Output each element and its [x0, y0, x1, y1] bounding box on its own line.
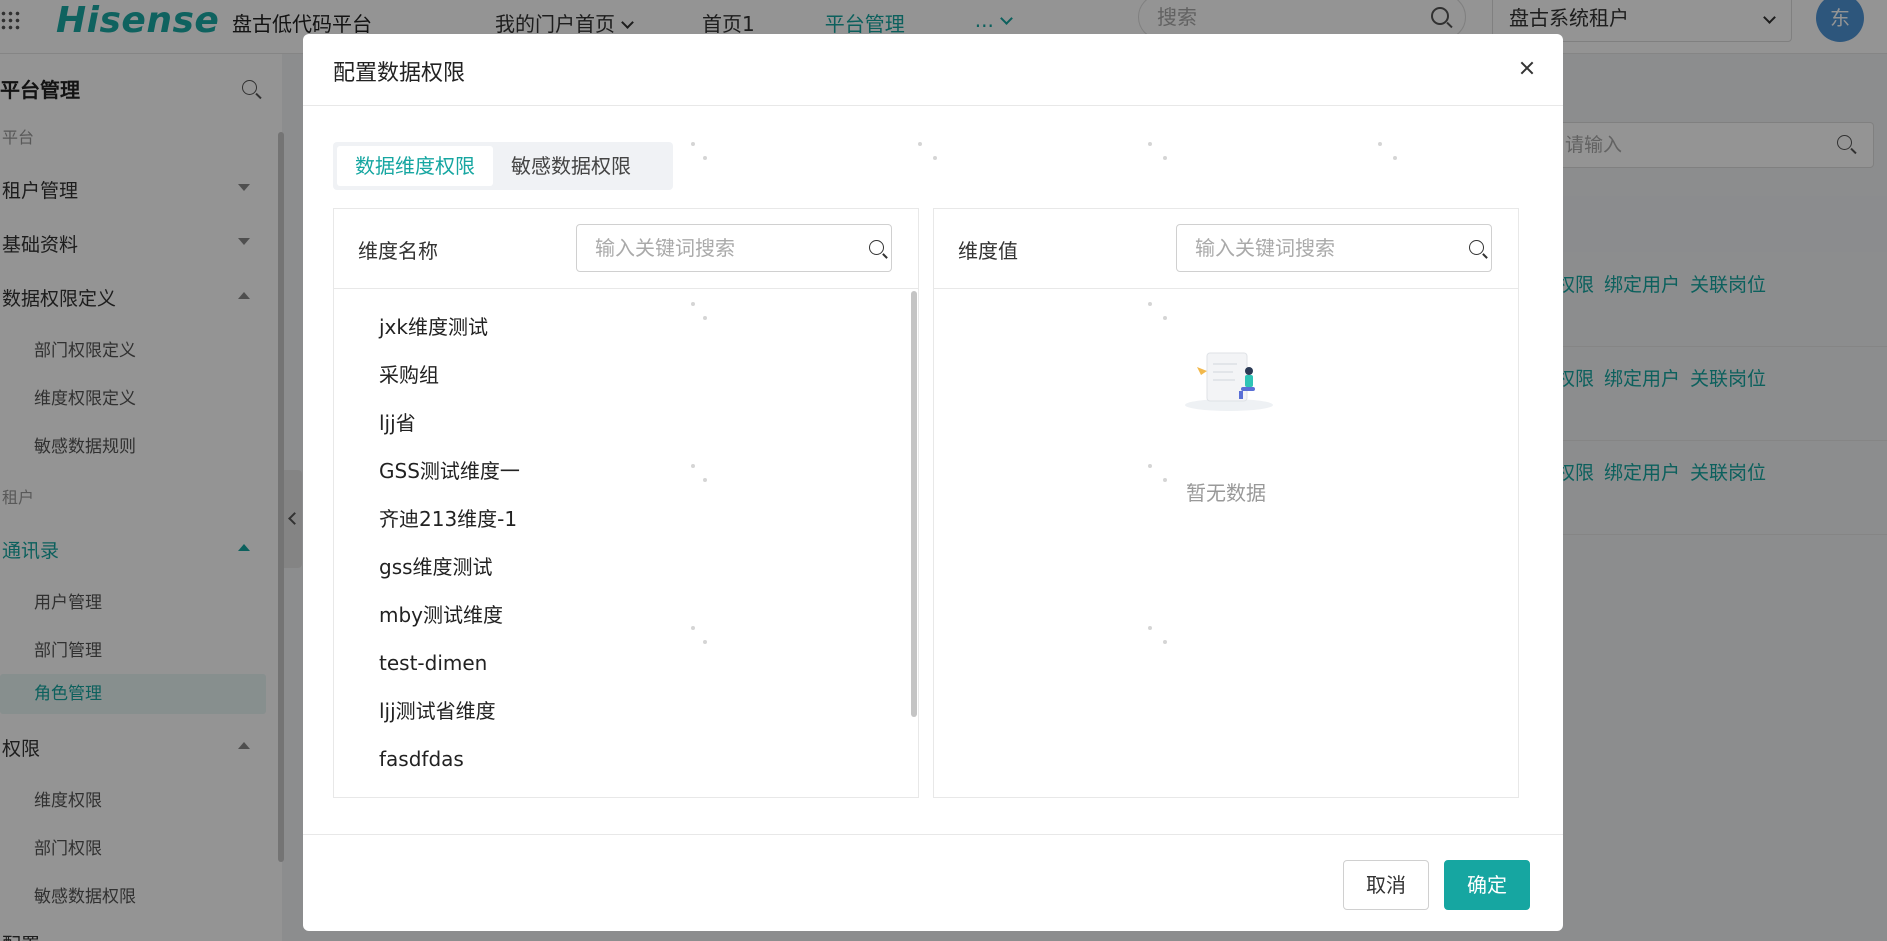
watermark-dot	[1163, 478, 1167, 482]
search-icon[interactable]	[869, 240, 884, 255]
watermark-dot	[1163, 156, 1167, 160]
watermark-dot	[1148, 302, 1152, 306]
empty-state-text: 暂无数据	[1186, 481, 1266, 505]
permission-tabs: 数据维度权限 敏感数据权限	[333, 142, 673, 190]
watermark-dot	[691, 626, 695, 630]
watermark-dot	[691, 464, 695, 468]
watermark-dot	[691, 142, 695, 146]
watermark-dot	[918, 142, 922, 146]
dimension-name-label: 维度名称	[358, 239, 438, 263]
watermark-dot	[1378, 142, 1382, 146]
list-item[interactable]: test-dimen	[334, 639, 918, 687]
watermark-dot	[1148, 464, 1152, 468]
panel-header: 维度名称	[334, 209, 918, 289]
dimension-value-label: 维度值	[958, 239, 1018, 263]
watermark-dot	[1163, 316, 1167, 320]
watermark-dot	[703, 478, 707, 482]
list-item[interactable]: ljj测试省维度	[334, 687, 918, 735]
watermark-dot	[1148, 142, 1152, 146]
empty-state-illustration-icon	[1185, 352, 1273, 411]
dimension-value-panel: 维度值 暂无数据	[933, 208, 1519, 798]
watermark-dot	[1148, 626, 1152, 630]
confirm-button[interactable]: 确定	[1444, 860, 1530, 910]
close-icon[interactable]	[1515, 56, 1539, 80]
watermark-dot	[691, 302, 695, 306]
dimension-name-panel: 维度名称 jxk维度测试 采购组 ljj省 GSS测试维度一 齐迪213维度-1…	[333, 208, 919, 798]
dimension-name-search-input[interactable]	[576, 224, 892, 272]
dialog-header-divider	[303, 105, 1563, 106]
watermark-dot	[1393, 156, 1397, 160]
config-data-permission-dialog: 配置数据权限 数据维度权限 敏感数据权限 维度名称 jxk维度测试 采购组 lj…	[303, 34, 1563, 931]
dialog-title: 配置数据权限	[333, 61, 466, 86]
list-item[interactable]: jxk维度测试	[334, 303, 918, 351]
list-item[interactable]: GSS测试维度一	[334, 447, 918, 495]
tab-sensitive-data-perm[interactable]: 敏感数据权限	[493, 146, 649, 186]
watermark-dot	[703, 156, 707, 160]
watermark-dot	[703, 640, 707, 644]
watermark-dot	[933, 156, 937, 160]
tab-data-dimension-perm[interactable]: 数据维度权限	[337, 146, 493, 186]
cancel-button[interactable]: 取消	[1343, 860, 1429, 910]
watermark-dot	[1163, 640, 1167, 644]
dialog-footer-divider	[303, 834, 1563, 835]
dimension-list: jxk维度测试 采购组 ljj省 GSS测试维度一 齐迪213维度-1 gss维…	[334, 303, 918, 783]
list-item[interactable]: gss维度测试	[334, 543, 918, 591]
panel-header: 维度值	[934, 209, 1518, 289]
list-item[interactable]: fasdfdas	[334, 735, 918, 783]
list-item[interactable]: mby测试维度	[334, 591, 918, 639]
list-item[interactable]: 齐迪213维度-1	[334, 495, 918, 543]
list-item[interactable]: 采购组	[334, 351, 918, 399]
watermark-dot	[703, 316, 707, 320]
dimension-list-scrollbar[interactable]	[911, 291, 917, 717]
dimension-value-search-input[interactable]	[1176, 224, 1492, 272]
list-item[interactable]: ljj省	[334, 399, 918, 447]
search-icon[interactable]	[1469, 240, 1484, 255]
